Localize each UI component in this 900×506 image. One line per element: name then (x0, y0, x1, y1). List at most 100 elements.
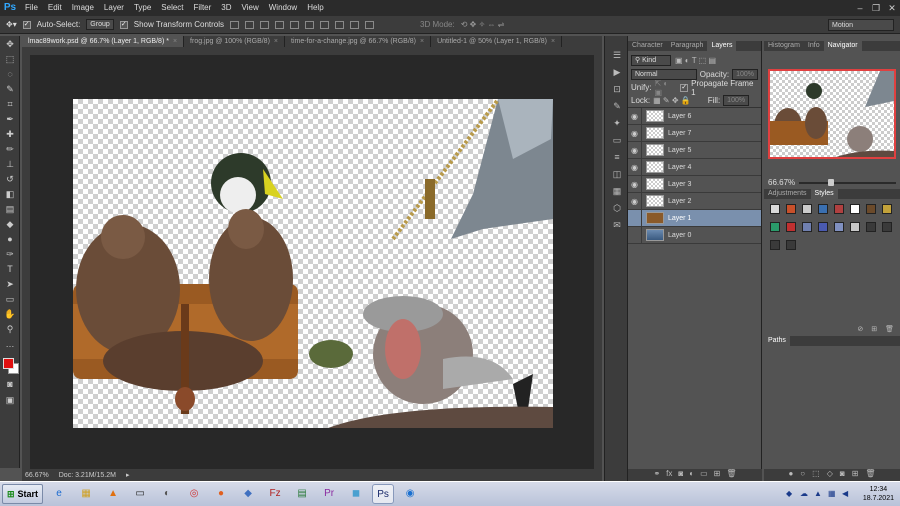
style-swatch[interactable] (802, 204, 812, 214)
style-swatch[interactable] (770, 240, 780, 250)
comments-icon[interactable]: ✉ (609, 218, 625, 232)
style-swatch[interactable] (786, 204, 796, 214)
visibility-eye-icon[interactable]: ◉ (628, 175, 642, 193)
distribute-top-icon[interactable] (320, 20, 330, 29)
history-brush-icon[interactable]: ↺ (3, 172, 17, 186)
type-icon[interactable]: T (3, 262, 17, 276)
more-tools-icon[interactable]: … (3, 337, 17, 351)
propagate-checkbox[interactable]: ✓ (680, 83, 689, 92)
align-vcenter-icon[interactable] (245, 20, 255, 29)
fx-icon[interactable]: fx (666, 469, 672, 481)
style-swatch[interactable] (770, 204, 780, 214)
style-swatch[interactable] (850, 204, 860, 214)
style-swatch[interactable] (882, 204, 892, 214)
ruler-horizontal[interactable] (22, 47, 594, 55)
status-arrow-icon[interactable]: ▸ (126, 471, 130, 479)
restore-button[interactable]: ❐ (868, 0, 884, 16)
vertical-scrollbar[interactable] (594, 47, 602, 469)
group-icon[interactable]: ▭ (700, 469, 708, 481)
path-mask-icon[interactable]: ◙ (840, 469, 845, 481)
quick-mask-icon[interactable]: ◙ (3, 377, 17, 391)
layer-row[interactable]: Layer 0 (628, 226, 761, 244)
align-right-icon[interactable] (305, 20, 315, 29)
3d-icon[interactable]: ⬡ (609, 201, 625, 215)
new-style-icon[interactable]: ⊞ (871, 325, 877, 333)
tray-icon[interactable]: ▲ (814, 489, 824, 499)
auto-select-dropdown[interactable]: Group (86, 19, 114, 30)
style-swatch[interactable] (786, 222, 796, 232)
taskbar-app-icon[interactable]: ◆ (237, 484, 259, 504)
load-selection-icon[interactable]: ⬚ (812, 469, 820, 481)
stroke-path-icon[interactable]: ○ (800, 469, 805, 481)
mask-icon[interactable]: ◙ (678, 469, 683, 481)
zoom-level[interactable]: 66.67% (25, 472, 49, 479)
shape-icon[interactable]: ▭ (3, 292, 17, 306)
visibility-eye-icon[interactable]: ◉ (628, 141, 642, 159)
tool-presets-icon[interactable]: ✦ (609, 116, 625, 130)
fill-path-icon[interactable]: ● (788, 469, 793, 481)
3d-tools-icon[interactable]: ⟲ ✥ ✧ ⇔ ⇌ (461, 20, 505, 29)
channels-icon[interactable]: ◫ (609, 167, 625, 181)
menu-image[interactable]: Image (67, 0, 99, 16)
tab-paragraph[interactable]: Paragraph (667, 41, 708, 51)
delete-path-icon[interactable]: 🗑 (865, 469, 875, 481)
crop-icon[interactable]: ⌗ (3, 97, 17, 111)
menu-3d[interactable]: 3D (216, 0, 236, 16)
layer-row[interactable]: ◉ Layer 7 (628, 124, 761, 142)
eraser-icon[interactable]: ◧ (3, 187, 17, 201)
visibility-eye-icon[interactable]: ◉ (628, 124, 642, 142)
adjustment-icon[interactable]: ◐ (689, 469, 694, 481)
taskbar-app-icon[interactable]: Pr (318, 484, 340, 504)
healing-icon[interactable]: ✚ (3, 127, 17, 141)
auto-select-checkbox[interactable]: ✓ (22, 20, 31, 29)
layer-row[interactable]: Layer 1 (628, 209, 761, 227)
menu-window[interactable]: Window (264, 0, 302, 16)
close-button[interactable]: ✕ (884, 0, 900, 16)
layer-row[interactable]: ◉ Layer 6 (628, 107, 761, 125)
menu-type[interactable]: Type (129, 0, 156, 16)
visibility-eye-icon[interactable] (628, 209, 642, 227)
clear-style-icon[interactable]: ⊘ (857, 325, 863, 333)
taskbar-app-icon[interactable]: ◐ (156, 484, 178, 504)
workspace-dropdown[interactable]: Motion (828, 19, 894, 31)
fill-input[interactable]: 100% (723, 95, 750, 106)
navigator-zoom-slider[interactable] (799, 178, 896, 186)
style-swatch[interactable] (834, 204, 844, 214)
actions-icon[interactable]: ▶ (609, 65, 625, 79)
layer-row[interactable]: ◉ Layer 4 (628, 158, 761, 176)
unify-icons[interactable]: ⇱ ◐ ▣ (654, 79, 677, 97)
properties-icon[interactable]: ≡ (609, 150, 625, 164)
style-swatch[interactable] (786, 240, 796, 250)
align-hcenter-icon[interactable] (290, 20, 300, 29)
brush-icon[interactable]: ✏ (3, 142, 17, 156)
style-swatch[interactable] (866, 204, 876, 214)
close-tab-icon[interactable]: × (551, 38, 555, 45)
taskbar-app-icon[interactable]: Ps (372, 484, 395, 504)
close-tab-icon[interactable]: × (274, 38, 278, 45)
style-swatch[interactable] (834, 222, 844, 232)
network-icon[interactable]: ▦ (828, 489, 838, 499)
menu-file[interactable]: File (20, 0, 43, 16)
trash-icon[interactable]: 🗑 (726, 469, 736, 481)
move-tool-icon[interactable]: ✥▾ (6, 20, 17, 29)
taskbar-app-icon[interactable]: ▲ (102, 484, 124, 504)
doc-tab-0[interactable]: lmac89work.psd @ 66.7% (Layer 1, RGB/8) … (22, 36, 185, 47)
quick-select-icon[interactable]: ✎ (3, 82, 17, 96)
navigator-zoom-value[interactable]: 66.67% (768, 178, 795, 187)
new-path-icon[interactable]: ⊞ (852, 469, 859, 481)
menu-view[interactable]: View (237, 0, 264, 16)
tab-info[interactable]: Info (804, 41, 824, 51)
zoom-icon[interactable]: ⚲ (3, 322, 17, 336)
new-layer-icon[interactable]: ⊞ (714, 469, 721, 481)
layer-row[interactable]: ◉ Layer 5 (628, 141, 761, 159)
tab-layers[interactable]: Layers (707, 41, 737, 51)
lasso-icon[interactable]: ◌ (3, 67, 17, 81)
menu-select[interactable]: Select (156, 0, 188, 16)
path-select-icon[interactable]: ➤ (3, 277, 17, 291)
filter-kind-dropdown[interactable]: ⚲ Kind (631, 54, 671, 66)
taskbar-app-icon[interactable]: ◎ (183, 484, 205, 504)
align-left-icon[interactable] (275, 20, 285, 29)
clone-source-icon[interactable]: ✎ (609, 99, 625, 113)
stamp-icon[interactable]: ⊥ (3, 157, 17, 171)
close-tab-icon[interactable]: × (420, 38, 424, 45)
